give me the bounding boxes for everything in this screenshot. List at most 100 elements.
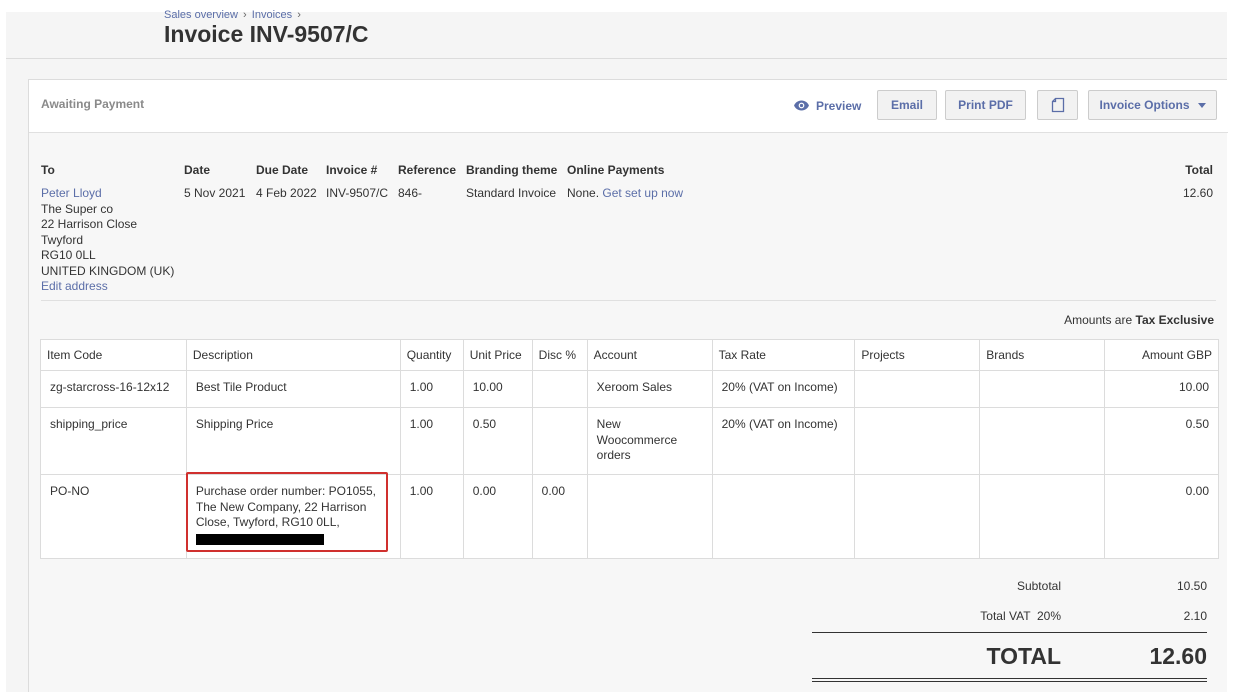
brands-cell: [979, 474, 1106, 559]
breadcrumb-separator: ›: [297, 9, 301, 21]
preview-label: Preview: [816, 98, 862, 113]
chevron-down-icon: [1197, 102, 1206, 108]
copy-icon: [1051, 97, 1064, 113]
eye-icon: [794, 100, 809, 111]
total-rule-top: [812, 632, 1207, 633]
column-header: Brands: [979, 339, 1106, 371]
address-line: UNITED KINGDOM (UK): [41, 263, 175, 278]
reference-header: Reference: [398, 163, 457, 177]
amounts-mode: Amounts are Tax Exclusive: [1064, 313, 1214, 327]
projects-cell: [854, 370, 981, 408]
date-value: 5 Nov 2021: [184, 186, 246, 200]
address-line: Twyford: [41, 232, 84, 247]
column-header: Tax Rate: [711, 339, 856, 371]
column-header: Account: [586, 339, 713, 371]
online-payments-none: None.: [567, 186, 600, 200]
table-row: zg-starcross-16-12x12 Best Tile Product …: [40, 370, 1219, 408]
amount-cell: 0.50: [1104, 407, 1219, 475]
copy-button[interactable]: [1037, 90, 1078, 120]
description-cell: Shipping Price: [185, 407, 401, 475]
table-header-row: Item Code Description Quantity Unit Pric…: [40, 339, 1219, 371]
amount-cell: 10.00: [1104, 370, 1219, 408]
divider: [41, 300, 1216, 301]
vat-value: 2.10: [1183, 609, 1207, 623]
item-code-cell: PO-NO: [40, 474, 187, 559]
invoice-card: Awaiting Payment Preview Email Print PDF…: [28, 79, 1228, 692]
item-code-cell: shipping_price: [40, 407, 187, 475]
column-header: Item Code: [40, 339, 187, 371]
print-pdf-button[interactable]: Print PDF: [945, 90, 1026, 120]
column-header: Unit Price: [462, 339, 533, 371]
contact-name-link[interactable]: Peter Lloyd: [41, 186, 174, 202]
unit-price-cell: 0.00: [462, 474, 533, 559]
projects-cell: [854, 474, 981, 559]
column-header: Projects: [854, 339, 981, 371]
invoice-options-button[interactable]: Invoice Options: [1088, 90, 1217, 120]
quantity-cell: 1.00: [399, 407, 464, 475]
vat-label: Total VAT 20%: [980, 609, 1061, 623]
total-rule-bottom: [812, 681, 1207, 682]
branding-value: Standard Invoice: [466, 186, 557, 200]
breadcrumb-separator: ›: [243, 9, 247, 21]
description-cell: Purchase order number: PO1055, The New C…: [185, 474, 401, 559]
account-cell: Xeroom Sales: [586, 370, 713, 408]
brands-cell: [979, 370, 1106, 408]
reference-value: 846-: [398, 186, 423, 200]
online-payments-header: Online Payments: [567, 163, 665, 177]
email-button[interactable]: Email: [877, 90, 937, 120]
tax-rate-cell: 20% (VAT on Income): [711, 407, 856, 475]
breadcrumb-invoices[interactable]: Invoices: [252, 9, 292, 21]
item-code-cell: zg-starcross-16-12x12: [40, 370, 187, 408]
unit-price-cell: 10.00: [462, 370, 533, 408]
quantity-cell: 1.00: [399, 370, 464, 408]
table-row: PO-NO Purchase order number: PO1055, The…: [40, 474, 1219, 559]
discount-cell: 0.00: [531, 474, 588, 559]
invoice-number-value: INV-9507/C: [326, 186, 389, 200]
account-cell: [586, 474, 713, 559]
total-value: 12.60: [1182, 186, 1213, 200]
grand-total-value: 12.60: [1149, 643, 1207, 669]
edit-address-link[interactable]: Edit address: [41, 279, 174, 295]
get-set-up-link[interactable]: Get set up now: [602, 186, 683, 200]
account-cell: New Woocommerce orders: [586, 407, 713, 475]
description-cell: Best Tile Product: [185, 370, 401, 408]
due-date-header: Due Date: [256, 163, 309, 177]
preview-button[interactable]: Preview: [793, 97, 861, 114]
breadcrumb: Sales overview › Invoices ›: [164, 9, 303, 21]
column-header: Amount GBP: [1104, 339, 1219, 371]
tax-rate-cell: 20% (VAT on Income): [711, 370, 856, 408]
total-header: Total: [1185, 163, 1213, 177]
discount-cell: [531, 407, 588, 475]
column-header: Quantity: [399, 339, 464, 371]
amounts-mode-value: Tax Exclusive: [1135, 313, 1215, 327]
online-payments-value: None. Get set up now: [567, 186, 683, 200]
description-text: Purchase order number: PO1055, The New C…: [195, 484, 376, 529]
projects-cell: [854, 407, 981, 475]
invoice-toolbar: Awaiting Payment Preview Email Print PDF…: [29, 80, 1228, 133]
breadcrumb-sales-overview[interactable]: Sales overview: [164, 9, 238, 21]
to-header: To: [41, 163, 55, 177]
invoice-page: Sales overview › Invoices › Invoice INV-…: [0, 0, 1234, 692]
subtotal-label: Subtotal: [1016, 579, 1061, 593]
table-row: shipping_price Shipping Price 1.00 0.50 …: [40, 407, 1219, 475]
page-header: Sales overview › Invoices › Invoice INV-…: [6, 9, 1227, 59]
subtotal-value: 10.50: [1176, 579, 1207, 593]
address-line: RG10 0LL: [41, 248, 96, 262]
brands-cell: [979, 407, 1106, 475]
contact-address: Peter Lloyd The Super co 22 Harrison Clo…: [41, 186, 174, 295]
amount-cell: 0.00: [1104, 474, 1219, 559]
total-label: TOTAL: [986, 643, 1061, 669]
page-title: Invoice INV-9507/C: [164, 21, 369, 47]
address-line: 22 Harrison Close: [41, 217, 138, 231]
total-rule-bottom: [812, 678, 1207, 679]
column-header: Disc %: [531, 339, 588, 371]
column-header: Description: [185, 339, 401, 371]
invoice-number-header: Invoice #: [326, 163, 378, 177]
amounts-prefix: Amounts are: [1064, 313, 1133, 327]
invoice-options-label: Invoice Options: [1099, 98, 1190, 112]
unit-price-cell: 0.50: [462, 407, 533, 475]
due-date-value: 4 Feb 2022: [256, 186, 317, 200]
discount-cell: [531, 370, 588, 408]
address-line: The Super co: [41, 201, 114, 216]
quantity-cell: 1.00: [399, 474, 464, 559]
